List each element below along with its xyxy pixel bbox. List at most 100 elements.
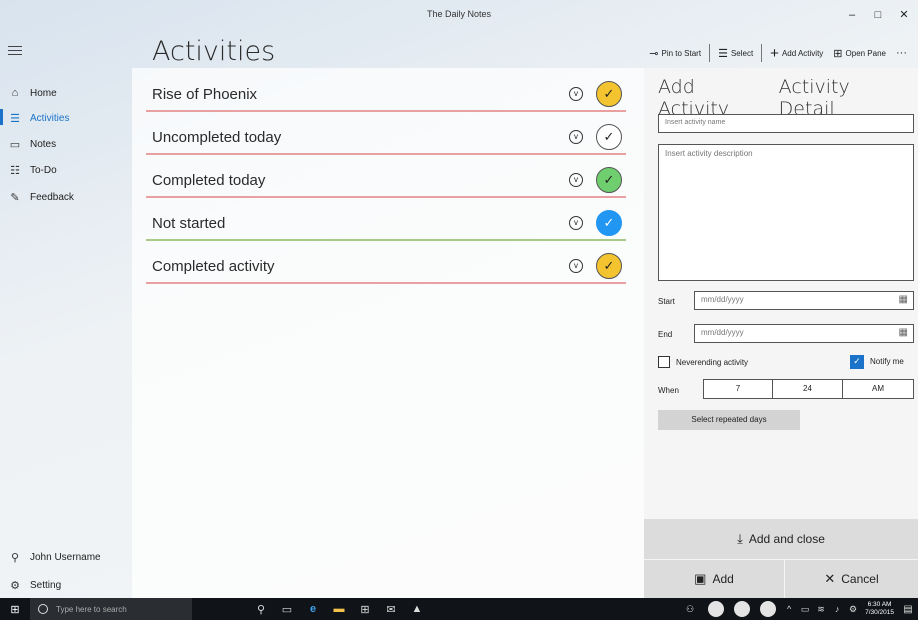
save-close-icon: ⤓ bbox=[737, 531, 743, 546]
notes-icon: ▭ bbox=[9, 138, 21, 151]
chevron-up-icon[interactable]: ^ bbox=[781, 604, 797, 614]
sidebar-item-home[interactable]: ⌂ Home bbox=[0, 80, 132, 106]
open-pane-button[interactable]: ⊞ Open Pane bbox=[828, 47, 891, 60]
add-activity-button[interactable]: + Add Activity bbox=[765, 45, 828, 62]
chevron-down-icon[interactable]: v bbox=[569, 216, 583, 230]
list-item[interactable]: Uncompleted today v ✓ bbox=[146, 115, 626, 155]
title-bar: The Daily Notes – □ ✕ bbox=[0, 0, 918, 30]
end-date-input[interactable]: mm/dd/yyyy ▦ bbox=[694, 324, 914, 343]
activity-name-input[interactable]: Insert activity name bbox=[658, 114, 914, 133]
file-explorer-icon[interactable]: ▬ bbox=[326, 603, 352, 615]
divider bbox=[146, 282, 626, 284]
list-item[interactable]: Not started v ✓ bbox=[146, 201, 626, 241]
more-button[interactable]: ··· bbox=[891, 47, 912, 59]
hamburger-menu-icon[interactable] bbox=[8, 46, 22, 56]
sidebar-item-label: Activities bbox=[30, 112, 70, 124]
sidebar-item-todo[interactable]: ☷ To-Do bbox=[0, 157, 132, 183]
chevron-down-icon[interactable]: v bbox=[569, 259, 583, 273]
sidebar-item-label: Setting bbox=[30, 579, 62, 591]
detail-pane: Add Activity Activity Detail Insert acti… bbox=[644, 68, 918, 598]
status-check-icon[interactable]: ✓ bbox=[596, 167, 622, 193]
select-button[interactable]: ☰ Select bbox=[713, 47, 758, 60]
minimize-button[interactable]: – bbox=[840, 6, 864, 24]
checklist-icon: ☷ bbox=[10, 164, 20, 177]
activity-description-input[interactable]: Insert activity description bbox=[658, 144, 914, 281]
start-date-placeholder: mm/dd/yyyy bbox=[701, 295, 744, 304]
neverending-checkbox[interactable] bbox=[658, 356, 670, 368]
clock[interactable]: 6:30 AM 7/30/2015 bbox=[865, 601, 894, 617]
start-date-input[interactable]: mm/dd/yyyy ▦ bbox=[694, 291, 914, 310]
activity-name: Completed today bbox=[152, 172, 266, 189]
sidebar-item-label: Home bbox=[30, 87, 57, 99]
close-icon: ✕ bbox=[824, 571, 836, 586]
list-icon: ☰ bbox=[10, 112, 20, 125]
neverending-label: Neverending activity bbox=[676, 358, 749, 367]
clock-date: 7/30/2015 bbox=[865, 609, 894, 616]
tray-app-icon[interactable] bbox=[708, 601, 725, 617]
add-and-close-label: Add and close bbox=[748, 532, 825, 546]
clock-time: 6:30 AM bbox=[867, 601, 892, 608]
app-window: The Daily Notes – □ ✕ ⌂ Home ☰ Activitie… bbox=[0, 0, 918, 598]
battery-icon[interactable]: ▭ bbox=[797, 604, 813, 615]
mail-icon[interactable]: ✉ bbox=[378, 603, 404, 616]
gear-icon: ⚙ bbox=[10, 579, 20, 592]
action-center-icon[interactable]: ▤ bbox=[898, 604, 918, 615]
pin-label: Pin to Start bbox=[661, 48, 702, 58]
volume-icon[interactable]: ♪ bbox=[829, 604, 845, 614]
activity-name: Completed activity bbox=[152, 258, 275, 275]
divider bbox=[146, 196, 626, 198]
calendar-icon[interactable]: ▦ bbox=[899, 294, 908, 305]
plus-icon: + bbox=[770, 44, 779, 62]
settings-tray-icon[interactable]: ⚙ bbox=[845, 604, 861, 615]
wifi-icon[interactable]: ≋ bbox=[813, 604, 829, 615]
end-date-placeholder: mm/dd/yyyy bbox=[701, 328, 744, 337]
photos-icon[interactable]: ▲ bbox=[404, 603, 430, 615]
list-item[interactable]: Completed activity v ✓ bbox=[146, 244, 626, 284]
status-check-icon[interactable]: ✓ bbox=[596, 81, 622, 107]
notify-checkbox[interactable]: ✓ bbox=[850, 355, 864, 369]
close-button[interactable]: ✕ bbox=[892, 6, 916, 24]
chevron-down-icon[interactable]: v bbox=[569, 87, 583, 101]
user-icon: ⚲ bbox=[10, 551, 20, 564]
maximize-button[interactable]: □ bbox=[866, 6, 890, 24]
tray-app-icon[interactable] bbox=[760, 601, 777, 617]
pane-icon: ⊞ bbox=[833, 47, 843, 60]
sidebar-item-settings[interactable]: ⚙ Setting bbox=[0, 572, 132, 598]
sidebar-item-notes[interactable]: ▭ Notes bbox=[0, 131, 132, 157]
notify-label: Notify me bbox=[870, 357, 904, 366]
chevron-down-icon[interactable]: v bbox=[569, 130, 583, 144]
calendar-icon[interactable]: ▦ bbox=[899, 327, 908, 338]
when-label: When bbox=[658, 386, 679, 395]
list-item[interactable]: Rise of Phoenix v ✓ bbox=[146, 72, 626, 112]
taskbar-search[interactable]: Type here to search bbox=[30, 598, 192, 620]
pin-to-start-button[interactable]: ⊸ Pin to Start bbox=[644, 47, 706, 60]
minute-picker[interactable]: 24 bbox=[772, 379, 843, 399]
sidebar-item-feedback[interactable]: ✎ Feedback bbox=[0, 184, 132, 210]
period-picker[interactable]: AM bbox=[842, 379, 914, 399]
active-indicator bbox=[0, 109, 3, 125]
pin-icon: ⊸ bbox=[649, 47, 659, 60]
microphone-icon[interactable]: ⚲ bbox=[248, 603, 274, 616]
add-and-close-button[interactable]: ⤓ Add and close bbox=[644, 519, 918, 559]
task-view-icon[interactable]: ▭ bbox=[274, 603, 300, 616]
status-check-icon[interactable]: ✓ bbox=[596, 253, 622, 279]
tray-app-icon[interactable] bbox=[734, 601, 751, 617]
status-check-icon[interactable]: ✓ bbox=[596, 124, 622, 150]
taskbar: ⊞ Type here to search ⚲ ▭ e ▬ ⊞ ✉ ▲ ⚇ ^ … bbox=[0, 598, 918, 620]
windows-start-icon[interactable]: ⊞ bbox=[0, 603, 30, 616]
people-icon[interactable]: ⚇ bbox=[677, 604, 703, 615]
status-check-icon[interactable]: ✓ bbox=[596, 210, 622, 236]
select-repeated-days-button[interactable]: Select repeated days bbox=[658, 410, 800, 430]
store-icon[interactable]: ⊞ bbox=[352, 603, 378, 616]
edge-browser-icon[interactable]: e bbox=[300, 603, 326, 615]
list-item[interactable]: Completed today v ✓ bbox=[146, 158, 626, 198]
open-pane-label: Open Pane bbox=[845, 48, 886, 58]
add-button[interactable]: ▣ Add bbox=[644, 560, 784, 598]
chevron-down-icon[interactable]: v bbox=[569, 173, 583, 187]
cancel-button[interactable]: ✕ Cancel bbox=[785, 560, 918, 598]
sidebar-item-label: Notes bbox=[30, 138, 57, 150]
hour-picker[interactable]: 7 bbox=[703, 379, 773, 399]
activity-name: Uncompleted today bbox=[152, 129, 282, 146]
sidebar-item-activities[interactable]: ☰ Activities bbox=[0, 105, 132, 131]
sidebar-item-user[interactable]: ⚲ John Username bbox=[0, 544, 132, 570]
